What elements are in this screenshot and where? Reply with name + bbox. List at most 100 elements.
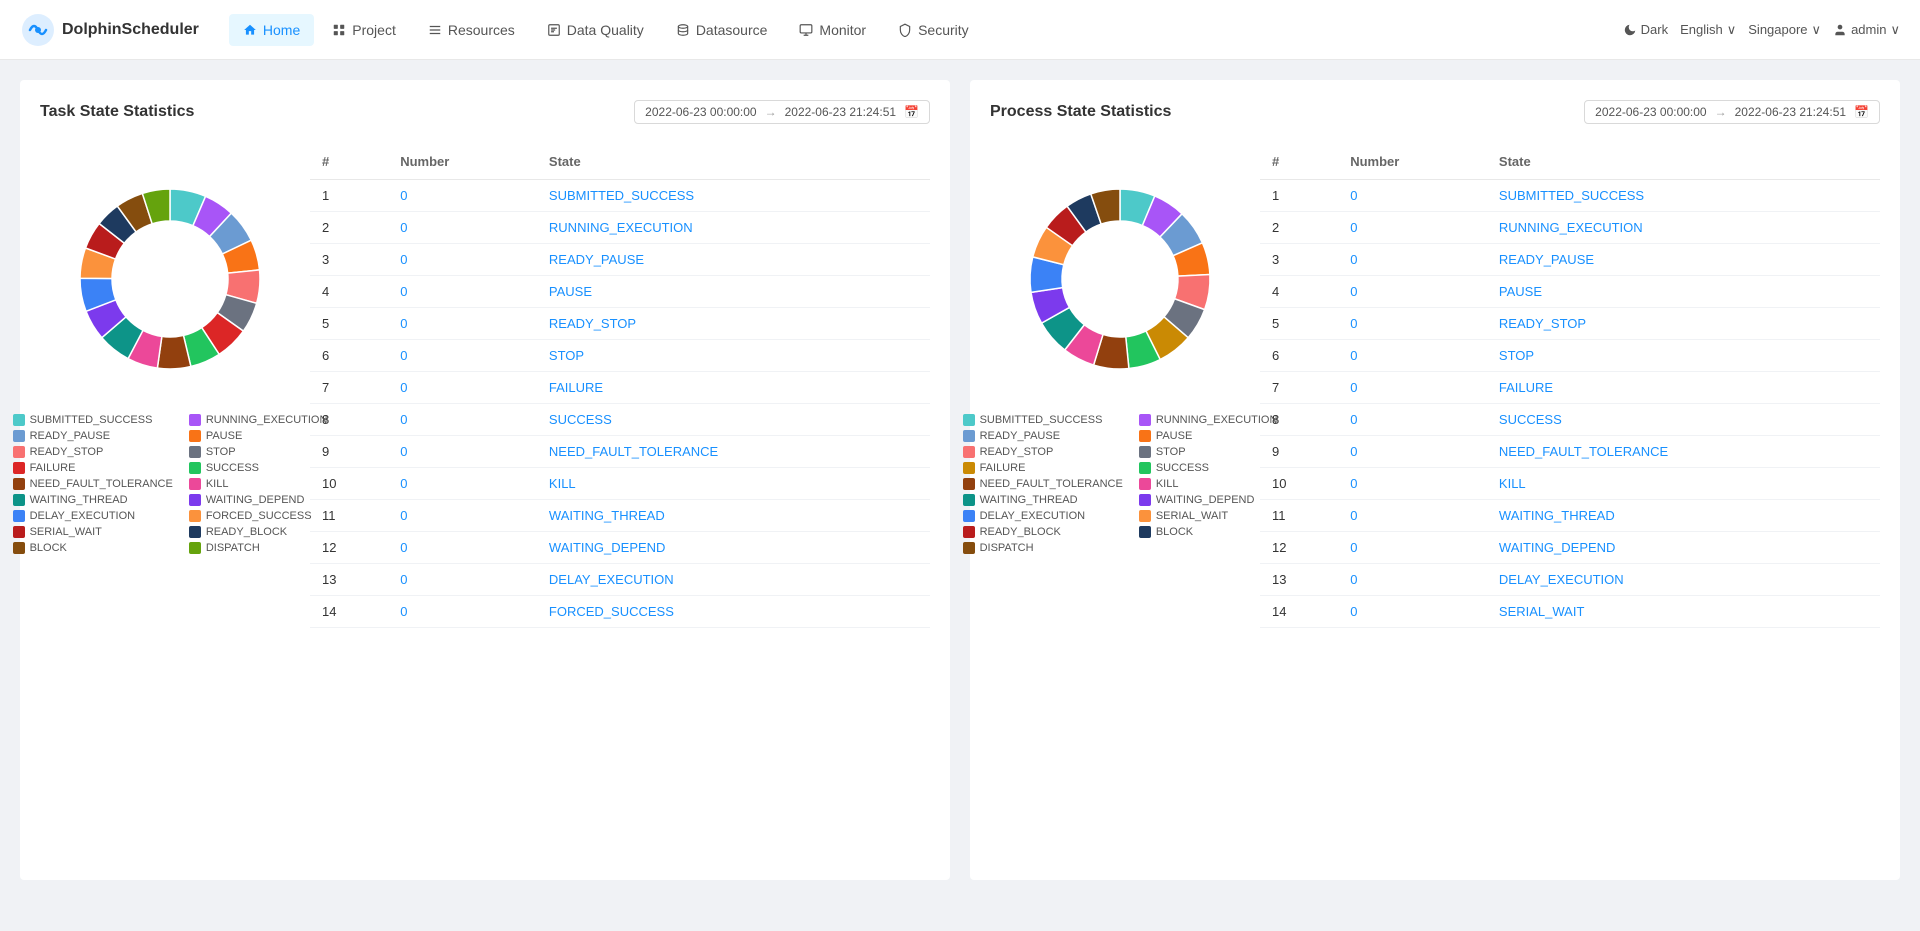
legend-item: WAITING_THREAD xyxy=(963,494,1123,506)
main-content: Task State Statistics 2022-06-23 00:00:0… xyxy=(0,60,1920,900)
legend-item: STOP xyxy=(1139,446,1278,458)
navbar: DolphinScheduler Home Project Resources xyxy=(0,0,1920,60)
process-panel-content: SUBMITTED_SUCCESSRUNNING_EXECUTIONREADY_… xyxy=(990,144,1880,628)
row-number: 0 xyxy=(1338,276,1487,308)
legend-label: SUCCESS xyxy=(206,462,259,474)
row-state: SUBMITTED_SUCCESS xyxy=(1487,180,1880,212)
nav-item-resources[interactable]: Resources xyxy=(414,14,529,46)
chevron-down-icon: ∨ xyxy=(1812,22,1822,38)
legend-item: READY_STOP xyxy=(963,446,1123,458)
legend-dot xyxy=(1139,462,1151,474)
legend-dot xyxy=(963,542,975,554)
calendar-icon: 📅 xyxy=(904,105,919,119)
legend-item: RUNNING_EXECUTION xyxy=(1139,414,1278,426)
legend-dot xyxy=(1139,526,1151,538)
legend-dot xyxy=(13,494,25,506)
legend-label: KILL xyxy=(1156,478,1179,490)
legend-label: SERIAL_WAIT xyxy=(1156,510,1228,522)
row-state: WAITING_THREAD xyxy=(1487,500,1880,532)
task-panel-title: Task State Statistics xyxy=(40,103,194,121)
legend-dot xyxy=(963,414,975,426)
row-id: 4 xyxy=(310,276,388,308)
row-id: 5 xyxy=(310,308,388,340)
process-panel-header: Process State Statistics 2022-06-23 00:0… xyxy=(990,100,1880,124)
legend-label: READY_BLOCK xyxy=(206,526,287,538)
legend-label: DISPATCH xyxy=(206,542,260,554)
table-row: 9 0 NEED_FAULT_TOLERANCE xyxy=(1260,436,1880,468)
row-state: DELAY_EXECUTION xyxy=(1487,564,1880,596)
legend-item: SUCCESS xyxy=(1139,462,1278,474)
legend-item: FAILURE xyxy=(13,462,173,474)
nav-item-dataquality[interactable]: Data Quality xyxy=(533,14,658,46)
row-id: 5 xyxy=(1260,308,1338,340)
process-date-range[interactable]: 2022-06-23 00:00:00 → 2022-06-23 21:24:5… xyxy=(1584,100,1880,124)
nav-item-monitor[interactable]: Monitor xyxy=(785,14,880,46)
process-table: # Number State 1 0 SUBMITTED_SUCCESS 2 0… xyxy=(1260,144,1880,628)
process-panel-title: Process State Statistics xyxy=(990,103,1171,121)
legend-item: READY_PAUSE xyxy=(963,430,1123,442)
legend-item: DISPATCH xyxy=(189,542,328,554)
legend-item: READY_BLOCK xyxy=(963,526,1123,538)
legend-label: WAITING_THREAD xyxy=(980,494,1078,506)
legend-item: READY_BLOCK xyxy=(189,526,328,538)
monitor-icon xyxy=(799,23,813,37)
nav-item-home[interactable]: Home xyxy=(229,14,314,46)
legend-label: DELAY_EXECUTION xyxy=(980,510,1086,522)
legend-label: READY_BLOCK xyxy=(980,526,1061,538)
legend-dot xyxy=(963,430,975,442)
row-number: 0 xyxy=(1338,180,1487,212)
row-number: 0 xyxy=(388,244,537,276)
legend-dot xyxy=(13,542,25,554)
legend-label: STOP xyxy=(1156,446,1186,458)
task-panel-content: SUBMITTED_SUCCESSRUNNING_EXECUTIONREADY_… xyxy=(40,144,930,628)
region-selector[interactable]: Singapore ∨ xyxy=(1748,22,1821,38)
legend-item: WAITING_DEPEND xyxy=(189,494,328,506)
legend-dot xyxy=(1139,414,1151,426)
chevron-down-icon: ∨ xyxy=(1890,22,1900,38)
theme-toggle[interactable]: Dark xyxy=(1623,22,1668,37)
user-menu[interactable]: admin ∨ xyxy=(1833,22,1900,38)
security-icon xyxy=(898,23,912,37)
legend-label: READY_STOP xyxy=(30,446,104,458)
nav-item-project[interactable]: Project xyxy=(318,14,410,46)
row-number: 0 xyxy=(1338,564,1487,596)
logo[interactable]: DolphinScheduler xyxy=(20,12,199,48)
table-row: 6 0 STOP xyxy=(310,340,930,372)
legend-item: FAILURE xyxy=(963,462,1123,474)
row-state: KILL xyxy=(1487,468,1880,500)
legend-item: NEED_FAULT_TOLERANCE xyxy=(963,478,1123,490)
legend-item: DELAY_EXECUTION xyxy=(13,510,173,522)
table-row: 14 0 FORCED_SUCCESS xyxy=(310,596,930,628)
legend-dot xyxy=(13,478,25,490)
language-selector[interactable]: English ∨ xyxy=(1680,22,1736,38)
legend-label: PAUSE xyxy=(1156,430,1192,442)
legend-item: FORCED_SUCCESS xyxy=(189,510,328,522)
row-id: 8 xyxy=(1260,404,1338,436)
nav-item-datasource[interactable]: Datasource xyxy=(662,14,782,46)
task-date-range[interactable]: 2022-06-23 00:00:00 → 2022-06-23 21:24:5… xyxy=(634,100,930,124)
row-id: 9 xyxy=(1260,436,1338,468)
legend-label: SUCCESS xyxy=(1156,462,1209,474)
legend-dot xyxy=(963,494,975,506)
calendar-icon: 📅 xyxy=(1854,105,1869,119)
row-id: 2 xyxy=(310,212,388,244)
legend-item: KILL xyxy=(1139,478,1278,490)
row-number: 0 xyxy=(388,372,537,404)
chevron-down-icon: ∨ xyxy=(1727,22,1737,38)
legend-item: SERIAL_WAIT xyxy=(1139,510,1278,522)
row-number: 0 xyxy=(388,180,537,212)
table-row: 7 0 FAILURE xyxy=(310,372,930,404)
row-state: KILL xyxy=(537,468,930,500)
row-state: NEED_FAULT_TOLERANCE xyxy=(537,436,930,468)
row-state: READY_PAUSE xyxy=(537,244,930,276)
legend-label: DELAY_EXECUTION xyxy=(30,510,136,522)
row-state: WAITING_THREAD xyxy=(537,500,930,532)
row-state: NEED_FAULT_TOLERANCE xyxy=(1487,436,1880,468)
datasource-icon xyxy=(676,23,690,37)
nav-item-security[interactable]: Security xyxy=(884,14,983,46)
legend-dot xyxy=(189,446,201,458)
legend-label: SUBMITTED_SUCCESS xyxy=(30,414,153,426)
table-row: 6 0 STOP xyxy=(1260,340,1880,372)
row-number: 0 xyxy=(1338,404,1487,436)
row-id: 7 xyxy=(310,372,388,404)
